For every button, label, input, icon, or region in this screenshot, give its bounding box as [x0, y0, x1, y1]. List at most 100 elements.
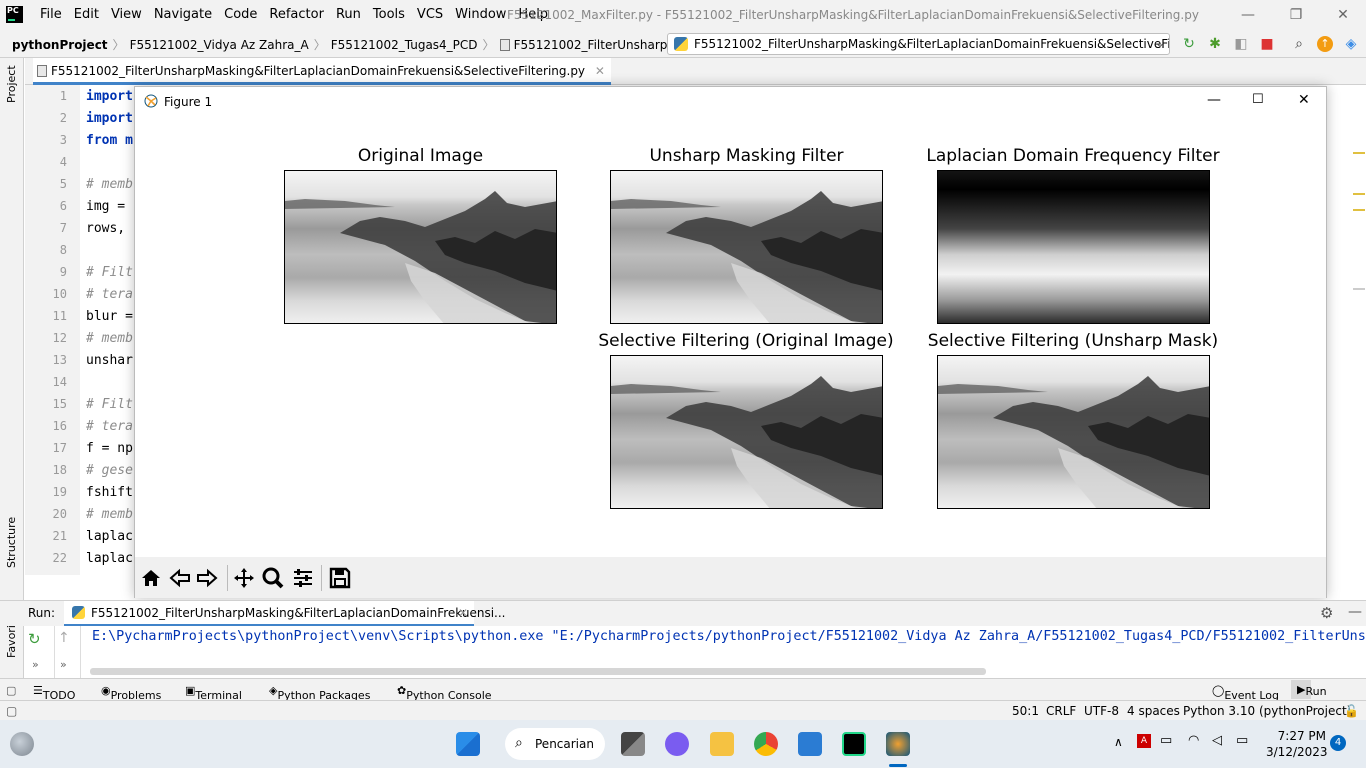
save-icon[interactable] [328, 566, 352, 590]
menu-run[interactable]: Run [330, 7, 367, 22]
antivirus-icon[interactable]: A [1137, 734, 1151, 748]
run-configuration-select[interactable]: F55121002_FilterUnsharpMasking&FilterLap… [667, 33, 1170, 55]
weather-icon[interactable] [10, 732, 34, 756]
update-icon[interactable]: ↑ [1317, 36, 1333, 52]
wifi-icon[interactable]: ◠ [1188, 733, 1199, 748]
code-line[interactable]: # Filt [86, 397, 133, 412]
menu-refactor[interactable]: Refactor [263, 7, 330, 22]
todo-tool-button[interactable]: ☰ TODO [33, 684, 75, 702]
menu-view[interactable]: View [105, 7, 148, 22]
menu-vcs[interactable]: VCS [411, 7, 449, 22]
more-icon[interactable]: » [60, 658, 67, 671]
hide-panel-icon[interactable]: — [1348, 604, 1362, 620]
code-line[interactable]: import [86, 111, 133, 126]
cursor-position[interactable]: 50:1 [1012, 704, 1039, 718]
python-interpreter[interactable]: Python 3.10 (pythonProject) [1183, 704, 1351, 718]
menu-tools[interactable]: Tools [367, 7, 411, 22]
breadcrumb-folder-1[interactable]: F55121002_Vidya Az Zahra_A [130, 38, 309, 52]
coverage-icon[interactable]: ◧ [1233, 36, 1249, 52]
code-line[interactable]: rows, [86, 221, 125, 236]
notification-badge[interactable]: 4 [1330, 735, 1346, 751]
code-line[interactable]: # tera [86, 419, 133, 434]
code-line[interactable]: laplac [86, 551, 133, 566]
more-icon[interactable]: » [32, 658, 39, 671]
python-console-tool-button[interactable]: ✿ Python Console [397, 684, 492, 702]
code-line[interactable]: from m [86, 133, 133, 148]
structure-tool-button[interactable]: Structure [5, 517, 18, 568]
battery-icon[interactable]: ▭ [1236, 733, 1248, 748]
figure-minimize-icon[interactable]: — [1207, 92, 1221, 108]
ide-features-icon[interactable]: ◈ [1343, 36, 1359, 52]
run-tool-button[interactable]: ▶ Run [1291, 680, 1327, 699]
terminal-tool-button[interactable]: ▣ Terminal [185, 684, 242, 702]
code-line[interactable]: # memb [86, 331, 133, 346]
chevron-up-icon[interactable]: ∧ [1114, 735, 1123, 749]
speaker-icon[interactable]: ◁ [1212, 733, 1222, 748]
menu-code[interactable]: Code [218, 7, 263, 22]
menu-navigate[interactable]: Navigate [148, 7, 218, 22]
code-line[interactable]: img = [86, 199, 125, 214]
code-line[interactable]: # tera [86, 287, 133, 302]
settings-gear-icon[interactable]: ⚙ [1320, 604, 1333, 622]
run-tab[interactable]: F55121002_FilterUnsharpMasking&FilterLap… [64, 601, 505, 626]
taskbar-search[interactable]: ⌕ Pencarian [505, 728, 605, 760]
configure-subplots-icon[interactable] [291, 566, 315, 590]
code-line[interactable]: f = np [86, 441, 133, 456]
line-separator[interactable]: CRLF [1046, 704, 1076, 718]
home-icon[interactable] [139, 566, 163, 590]
teams-chat-icon[interactable] [665, 732, 689, 756]
forward-icon[interactable] [195, 566, 219, 590]
windows-start-icon[interactable] [456, 732, 480, 756]
code-line[interactable]: # Filt [86, 265, 133, 280]
clock-time[interactable]: 7:27 PM [1270, 729, 1326, 743]
pan-icon[interactable] [232, 566, 256, 590]
matplotlib-taskbar-icon[interactable] [886, 732, 910, 756]
chrome-icon[interactable] [754, 732, 778, 756]
search-icon[interactable]: ⌕ [1291, 36, 1307, 52]
figure-close-icon[interactable]: ✕ [1298, 92, 1310, 108]
run-console[interactable]: ↻ ↑ » » E:\PycharmProjects\pythonProject… [24, 626, 1366, 678]
code-line[interactable]: unshar [86, 353, 133, 368]
display-icon[interactable]: ▭ [1160, 733, 1172, 748]
horizontal-scrollbar[interactable] [90, 668, 986, 675]
code-line[interactable]: laplac [86, 529, 133, 544]
close-icon[interactable]: ✕ [1332, 4, 1354, 26]
code-line[interactable]: blur = [86, 309, 133, 324]
code-line[interactable]: # memb [86, 507, 133, 522]
task-view-icon[interactable] [621, 732, 645, 756]
zoom-icon[interactable] [261, 566, 285, 590]
code-line[interactable]: # memb [86, 177, 133, 192]
problems-tool-button[interactable]: ◉ Problems [101, 684, 161, 702]
code-line[interactable]: # gese [86, 463, 133, 478]
close-tab-icon[interactable]: ✕ [595, 64, 605, 78]
breadcrumb-folder-2[interactable]: F55121002_Tugas4_PCD [331, 38, 478, 52]
indent-setting[interactable]: 4 spaces [1127, 704, 1180, 718]
file-encoding[interactable]: UTF-8 [1084, 704, 1119, 718]
lock-icon[interactable]: 🔓 [1344, 704, 1359, 718]
figure-maximize-icon[interactable]: ☐ [1252, 92, 1264, 107]
panel-toggle-icon[interactable]: ▢ [6, 704, 17, 718]
rerun-icon[interactable]: ↻ [1181, 36, 1197, 52]
code-line[interactable]: import [86, 89, 133, 104]
close-run-tab-icon[interactable]: ✕ [458, 606, 468, 620]
code-line[interactable]: fshift [86, 485, 133, 500]
file-explorer-icon[interactable] [710, 732, 734, 756]
breadcrumb-project[interactable]: pythonProject [12, 38, 108, 52]
pycharm-taskbar-icon[interactable] [842, 732, 866, 756]
clock-date[interactable]: 3/12/2023 [1266, 745, 1328, 759]
project-tool-button[interactable]: Project [5, 65, 18, 103]
back-icon[interactable] [168, 566, 192, 590]
stop-icon[interactable]: ■ [1259, 36, 1275, 52]
minimize-icon[interactable]: — [1237, 4, 1259, 26]
menu-window[interactable]: Window [449, 7, 512, 22]
menu-edit[interactable]: Edit [68, 7, 105, 22]
notepad-icon[interactable] [798, 732, 822, 756]
event-log-tool-button[interactable]: ◯ Event Log [1212, 684, 1279, 702]
rerun-icon[interactable]: ↻ [28, 630, 41, 648]
python-packages-tool-button[interactable]: ◈ Python Packages [269, 684, 370, 702]
editor-tab[interactable]: F55121002_FilterUnsharpMasking&FilterLap… [33, 58, 611, 85]
restore-icon[interactable]: ❐ [1285, 4, 1307, 26]
up-arrow-icon[interactable]: ↑ [58, 630, 70, 646]
layout-icon[interactable]: ▢ [6, 684, 16, 697]
menu-file[interactable]: File [34, 7, 68, 22]
